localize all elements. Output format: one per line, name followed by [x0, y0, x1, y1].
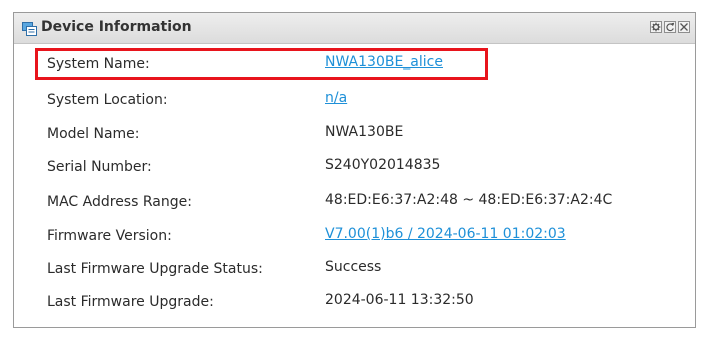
panel-title: Device Information [41, 19, 192, 35]
model-name-value: NWA130BE [325, 124, 404, 140]
row-last-firmware-upgrade-status: Last Firmware Upgrade Status: Success [14, 253, 695, 286]
row-model-name: Model Name: NWA130BE [14, 118, 695, 151]
serial-number-value: S240Y02014835 [325, 157, 441, 173]
last-firmware-upgrade-label: Last Firmware Upgrade: [47, 294, 214, 310]
serial-number-label: Serial Number: [47, 159, 152, 175]
firmware-version-link[interactable]: V7.00(1)b6 / 2024-06-11 01:02:03 [325, 226, 566, 242]
system-name-link[interactable]: NWA130BE_alice [325, 54, 443, 70]
device-information-panel: Device Information System Name: NWA130BE… [13, 12, 696, 328]
system-location-label: System Location: [47, 92, 168, 108]
system-location-link[interactable]: n/a [325, 90, 347, 106]
panel-header: Device Information [14, 13, 695, 44]
last-firmware-upgrade-status-label: Last Firmware Upgrade Status: [47, 261, 263, 277]
row-system-location: System Location: n/a [14, 84, 695, 117]
last-firmware-upgrade-status-value: Success [325, 259, 382, 275]
row-serial-number: Serial Number: S240Y02014835 [14, 151, 695, 184]
last-firmware-upgrade-value: 2024-06-11 13:32:50 [325, 292, 474, 308]
row-last-firmware-upgrade: Last Firmware Upgrade: 2024-06-11 13:32:… [14, 286, 695, 319]
row-system-name: System Name: NWA130BE_alice [14, 48, 695, 81]
device-info-icon [22, 21, 37, 36]
mac-address-range-label: MAC Address Range: [47, 194, 192, 210]
model-name-label: Model Name: [47, 126, 140, 142]
header-controls [650, 21, 690, 33]
row-firmware-version: Firmware Version: V7.00(1)b6 / 2024-06-1… [14, 220, 695, 253]
mac-address-range-value: 48:ED:E6:37:A2:48 ~ 48:ED:E6:37:A2:4C [325, 192, 613, 208]
row-mac-address-range: MAC Address Range: 48:ED:E6:37:A2:48 ~ 4… [14, 186, 695, 219]
close-icon[interactable] [678, 21, 690, 33]
settings-icon[interactable] [650, 21, 662, 33]
refresh-icon[interactable] [664, 21, 676, 33]
system-name-label: System Name: [47, 56, 150, 72]
firmware-version-label: Firmware Version: [47, 228, 172, 244]
